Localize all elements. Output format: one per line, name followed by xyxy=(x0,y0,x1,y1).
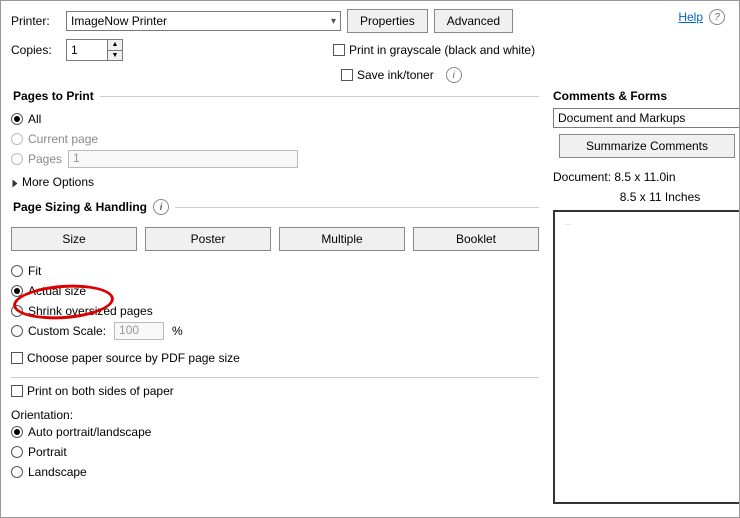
orient-landscape-radio[interactable]: Landscape xyxy=(11,465,87,479)
percent-label: % xyxy=(172,324,183,338)
pages-header: Pages to Print xyxy=(11,89,100,103)
size-tab[interactable]: Size xyxy=(11,227,137,251)
info-icon[interactable]: i xyxy=(446,67,462,83)
triangle-right-icon xyxy=(13,180,18,188)
properties-button[interactable]: Properties xyxy=(347,9,428,33)
orient-auto-radio[interactable]: Auto portrait/landscape xyxy=(11,425,151,439)
spin-down-icon[interactable]: ▼ xyxy=(108,51,122,61)
multiple-tab[interactable]: Multiple xyxy=(279,227,405,251)
orientation-label: Orientation: xyxy=(11,408,539,422)
paper-source-checkbox[interactable]: Choose paper source by PDF page size xyxy=(11,351,240,365)
help-icon[interactable]: ? xyxy=(709,9,725,25)
copies-label: Copies: xyxy=(11,43,66,57)
comments-select[interactable]: Document and Markups ▾ xyxy=(553,108,740,128)
shrink-radio[interactable]: Shrink oversized pages xyxy=(11,304,153,318)
printer-label: Printer: xyxy=(11,14,66,28)
comments-value: Document and Markups xyxy=(558,111,685,125)
saveink-label: Save ink/toner xyxy=(357,68,434,82)
more-options-toggle[interactable]: More Options xyxy=(22,175,94,189)
advanced-button[interactable]: Advanced xyxy=(434,9,513,33)
document-size-label: Document: 8.5 x 11.0in xyxy=(553,170,740,184)
sizing-header: Page Sizing & Handling xyxy=(13,200,147,214)
grayscale-label: Print in grayscale (black and white) xyxy=(349,43,535,57)
copies-input[interactable]: 1 ▲ ▼ xyxy=(66,39,123,61)
page-preview: ··· xyxy=(553,210,740,504)
printer-select[interactable]: ImageNow Printer ▾ xyxy=(66,11,341,31)
custom-scale-input[interactable]: 100 xyxy=(114,322,164,340)
chevron-down-icon: ▾ xyxy=(331,16,336,27)
saveink-checkbox[interactable]: Save ink/toner xyxy=(341,68,434,82)
duplex-checkbox[interactable]: Print on both sides of paper xyxy=(11,384,174,398)
fit-radio[interactable]: Fit xyxy=(11,264,41,278)
orient-portrait-radio[interactable]: Portrait xyxy=(11,445,67,459)
grayscale-checkbox[interactable]: Print in grayscale (black and white) xyxy=(333,43,535,57)
custom-scale-radio[interactable]: Custom Scale: xyxy=(11,324,106,338)
pages-current-radio[interactable]: Current page xyxy=(11,132,98,146)
comments-header: Comments & Forms xyxy=(553,89,740,103)
printer-value: ImageNow Printer xyxy=(71,14,167,28)
spin-up-icon[interactable]: ▲ xyxy=(108,40,122,51)
help-link[interactable]: Help xyxy=(678,10,703,24)
actual-size-radio[interactable]: Actual size xyxy=(11,284,86,298)
pages-range-input[interactable]: 1 xyxy=(68,150,298,168)
summarize-button[interactable]: Summarize Comments xyxy=(559,134,735,158)
pages-range-radio[interactable]: Pages xyxy=(11,152,62,166)
info-icon[interactable]: i xyxy=(153,199,169,215)
preview-caption: 8.5 x 11 Inches xyxy=(553,190,740,204)
pages-all-radio[interactable]: All xyxy=(11,112,41,126)
booklet-tab[interactable]: Booklet xyxy=(413,227,539,251)
poster-tab[interactable]: Poster xyxy=(145,227,271,251)
